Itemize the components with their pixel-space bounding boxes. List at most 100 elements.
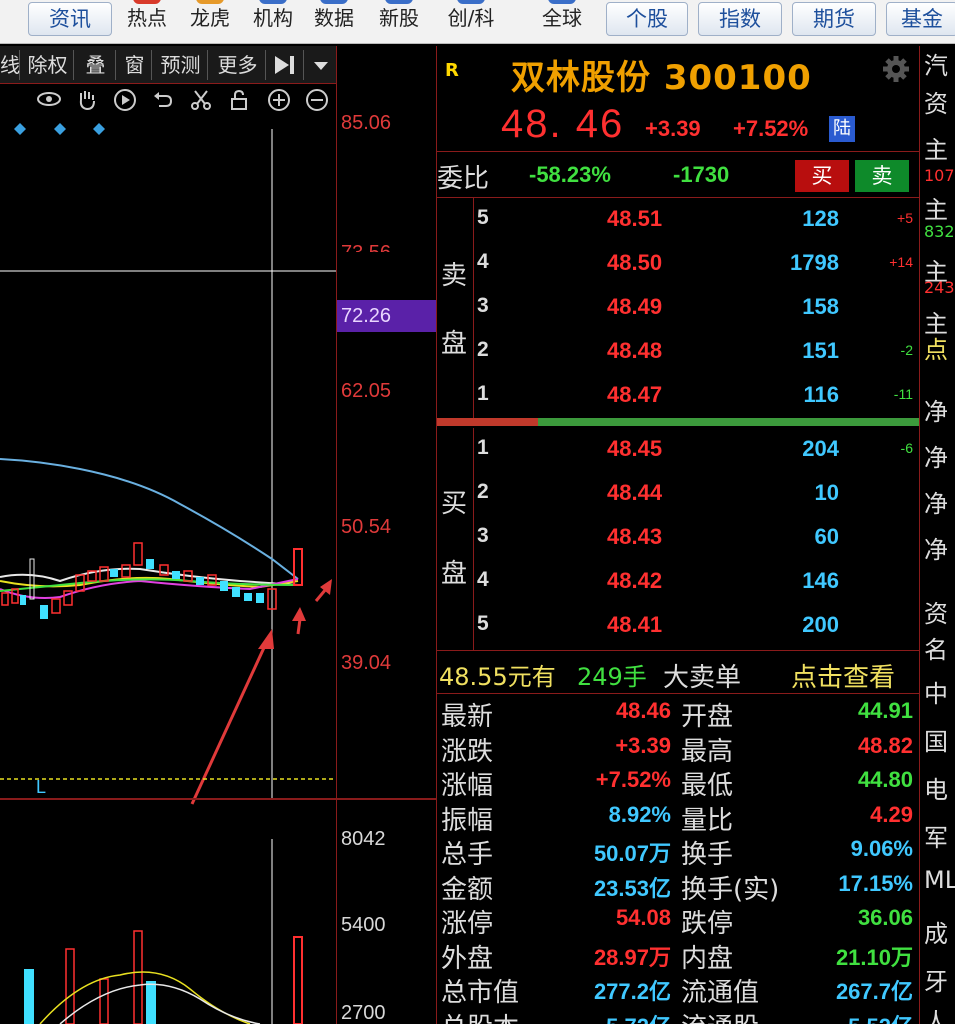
side-panel-item: 净 xyxy=(924,398,948,426)
side-panel-item: 资 xyxy=(924,600,948,628)
stat-value: 48.82 xyxy=(857,732,913,758)
tab-window[interactable]: 窗 xyxy=(118,50,152,80)
ipo-icon-button[interactable]: 新股 xyxy=(370,0,428,44)
globe-icon xyxy=(548,0,576,4)
scissors-icon[interactable] xyxy=(188,88,214,116)
index-button[interactable]: 指数 xyxy=(698,2,782,36)
stat-label: 开盘 xyxy=(681,702,734,732)
stat-item: 流通值 267.7亿 xyxy=(677,972,917,1008)
stat-label: 跌停 xyxy=(681,909,734,939)
stat-label: 外盘 xyxy=(441,943,494,974)
stat-label: 涨幅 xyxy=(441,771,494,801)
weibi-label: 委比 xyxy=(437,164,490,194)
weibi-pct: -58.23% xyxy=(529,162,611,187)
play-icon[interactable] xyxy=(112,88,138,116)
funds-button[interactable]: 基金 xyxy=(886,2,955,36)
tab-ex-rights[interactable]: 除权 xyxy=(22,50,74,80)
dragon-tiger-icon xyxy=(196,0,224,4)
volume-ma-white xyxy=(59,983,261,1024)
price-axis-label: 73.56 xyxy=(341,242,391,252)
side-panel-item: 军 xyxy=(924,824,948,852)
buy-button[interactable]: 买 xyxy=(795,160,849,192)
side-panel-item: 主 xyxy=(924,196,948,224)
stat-value: 8.92% xyxy=(608,801,671,827)
chart-tool-row xyxy=(0,88,336,118)
big-order-qty: 249手 xyxy=(577,663,647,691)
stat-item: 跌停 36.06 xyxy=(677,903,917,939)
data-icon-button[interactable]: 数据 xyxy=(305,0,363,44)
buy-level-row[interactable]: 5 48.41 200 xyxy=(473,604,919,648)
data-icon xyxy=(320,0,348,4)
big-order-link[interactable]: 点击查看 xyxy=(791,657,895,694)
tab-line[interactable]: 线 xyxy=(0,50,20,80)
crosshair-price-label: 72.26 xyxy=(337,300,437,332)
volume-ma-yellow xyxy=(39,971,251,1024)
sell-level-row[interactable]: 4 48.50 1798 +14 xyxy=(473,242,919,286)
institution-icon-button[interactable]: 机构 xyxy=(244,0,302,44)
stat-item: 量比 4.29 xyxy=(677,800,917,836)
event-marker[interactable] xyxy=(54,123,66,135)
stat-value: 17.15% xyxy=(838,870,913,896)
weibi-row: 委比 -58.23% -1730 买 卖 xyxy=(437,152,919,198)
futures-button[interactable]: 期货 xyxy=(792,2,876,36)
stat-value: 21.10万 xyxy=(835,944,913,970)
stat-value: 50.07万 xyxy=(593,841,671,866)
price-axis-label: 50.54 xyxy=(341,516,392,538)
ask-share xyxy=(437,418,538,426)
price-change: +3.39 xyxy=(645,116,701,141)
lu-tong-badge[interactable]: 陆 xyxy=(829,116,855,142)
stock-button[interactable]: 个股 xyxy=(606,2,688,36)
global-icon-button[interactable]: 全球 xyxy=(528,0,596,44)
skip-end-icon[interactable] xyxy=(268,50,304,80)
side-panel-item: 中 xyxy=(924,680,948,708)
buy-level-row[interactable]: 4 48.42 146 xyxy=(473,560,919,604)
big-order-alert[interactable]: 48.55元有 249手 大卖单 点击查看 xyxy=(437,650,919,694)
stat-item: 换手(实) 17.15% xyxy=(677,869,917,905)
buy-level-row[interactable]: 3 48.43 60 xyxy=(473,516,919,560)
price-change-pct: +7.52% xyxy=(733,116,809,141)
sell-book: 卖 盘 5 48.51 128 +5 4 48.50 1798 +14 3 48.49 158 … xyxy=(437,198,919,420)
event-marker[interactable] xyxy=(93,123,105,135)
stat-value: 48.46 xyxy=(615,698,671,723)
stat-label: 量比 xyxy=(681,805,734,836)
tab-forecast[interactable]: 预测 xyxy=(154,50,208,80)
zoom-in-icon[interactable] xyxy=(266,88,292,116)
side-panel-item: 点 xyxy=(924,336,948,364)
undo-icon[interactable] xyxy=(150,88,176,116)
sell-side-label-bottom: 盘 xyxy=(440,329,467,359)
dragon-tiger-icon-button[interactable]: 龙虎 xyxy=(181,0,239,44)
zoom-out-icon[interactable] xyxy=(304,88,330,116)
gear-icon[interactable] xyxy=(881,54,911,84)
big-order-type: 大卖单 xyxy=(663,663,742,693)
chinext-star-icon-button[interactable]: 创/科 xyxy=(436,0,506,44)
event-marker[interactable] xyxy=(14,123,26,135)
dropdown-arrow-icon[interactable] xyxy=(306,50,336,80)
sell-level-row[interactable]: 1 48.47 116 -11 xyxy=(473,374,919,418)
sell-level-row[interactable]: 2 48.48 151 -2 xyxy=(473,330,919,374)
hot-icon-button[interactable]: 热点 xyxy=(118,0,176,44)
price-axis: 85.06 73.56 72.26 62.05 50.54 39.04 8042… xyxy=(336,46,437,1024)
stat-value: 28.97万 xyxy=(593,944,671,970)
price-axis-label: 85.06 xyxy=(341,112,392,134)
news-button[interactable]: 资讯 xyxy=(28,2,112,36)
hand-icon[interactable] xyxy=(74,88,100,116)
buy-level-row[interactable]: 1 48.45 204 -6 xyxy=(473,428,919,472)
stat-label: 最高 xyxy=(681,736,734,767)
lock-icon[interactable] xyxy=(226,88,252,116)
eye-icon[interactable] xyxy=(36,88,62,116)
tab-more[interactable]: 更多 xyxy=(210,50,266,80)
stat-item: 总手 50.07万 xyxy=(437,834,675,870)
sell-level-row[interactable]: 3 48.49 158 xyxy=(473,286,919,330)
buy-level-row[interactable]: 2 48.44 10 xyxy=(473,472,919,516)
stat-item: 涨跌 +3.39 xyxy=(437,731,675,767)
stat-value: 23.53亿 xyxy=(593,875,671,901)
buy-book: 买 盘 1 48.45 204 -6 2 48.44 10 3 48.43 60 4 48.42… xyxy=(437,428,919,650)
tab-overlay[interactable]: 叠 xyxy=(76,50,116,80)
kline-chart[interactable]: L xyxy=(0,119,336,1024)
kline-toolbar: 线 除权 叠 窗 预测 更多 xyxy=(0,46,336,84)
side-panel-item: 资 xyxy=(924,90,948,118)
sell-level-row[interactable]: 5 48.51 128 +5 xyxy=(473,198,919,242)
candles xyxy=(1,542,303,619)
sell-button[interactable]: 卖 xyxy=(855,160,909,192)
stat-item: 总股本 5.72亿 xyxy=(437,1007,675,1024)
